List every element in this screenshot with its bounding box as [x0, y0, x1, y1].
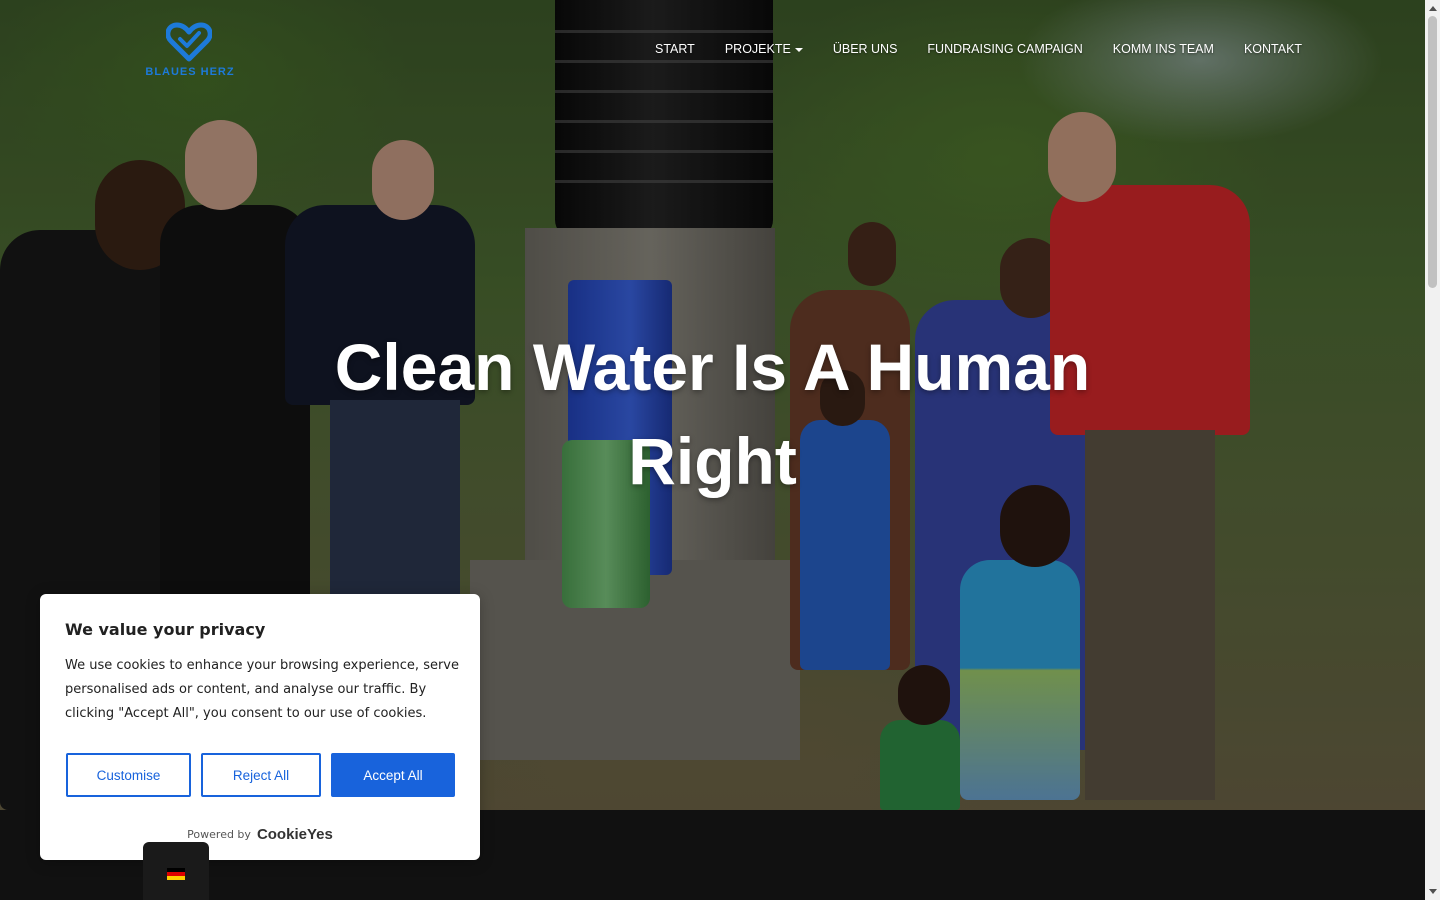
nav-item-kontakt[interactable]: KONTAKT — [1229, 42, 1317, 56]
logo-text: BLAUES HERZ — [145, 66, 235, 78]
hero-headline: Clean Water Is A Human Right — [334, 330, 1091, 498]
scrollbar-thumb[interactable] — [1428, 16, 1437, 288]
cookieyes-logo[interactable]: CookieYes — [257, 826, 333, 843]
scroll-down-arrow-icon[interactable] — [1428, 889, 1437, 894]
customise-button[interactable]: Customise — [66, 753, 191, 797]
reject-all-button[interactable]: Reject All — [201, 753, 321, 797]
nav-item-komm-ins-team[interactable]: KOMM INS TEAM — [1098, 42, 1229, 56]
caret-down-icon — [794, 47, 803, 52]
site-logo[interactable]: BLAUES HERZ — [140, 22, 240, 82]
scroll-up-arrow-icon[interactable] — [1428, 6, 1437, 11]
language-switcher[interactable] — [143, 842, 209, 900]
nav-item-projekte[interactable]: PROJEKTE — [710, 42, 818, 56]
main-nav: START PROJEKTE ÜBER UNS FUNDRAISING CAMP… — [640, 42, 1317, 56]
page-scrollbar[interactable] — [1425, 0, 1440, 900]
cookie-consent-banner: We value your privacy We use cookies to … — [40, 594, 480, 860]
cookie-description: We use cookies to enhance your browsing … — [65, 658, 459, 721]
nav-item-ueber-uns[interactable]: ÜBER UNS — [818, 42, 913, 56]
blue-heart-icon — [166, 22, 212, 62]
nav-item-start[interactable]: START — [640, 42, 710, 56]
nav-item-label: PROJEKTE — [724, 42, 791, 56]
cookie-title: We value your privacy — [65, 620, 266, 639]
accept-all-button[interactable]: Accept All — [331, 753, 455, 797]
germany-flag-icon — [167, 868, 185, 880]
nav-item-fundraising-campaign[interactable]: FUNDRAISING CAMPAIGN — [912, 42, 1097, 56]
powered-by-label: Powered by — [187, 828, 251, 841]
powered-by: Powered by CookieYes — [40, 826, 480, 843]
